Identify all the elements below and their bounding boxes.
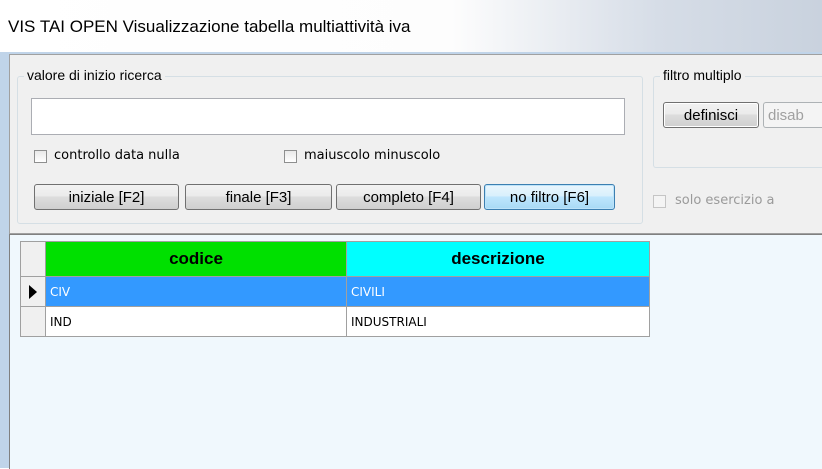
initial-button[interactable]: iniziale [F2] [34, 184, 179, 210]
case-checkbox-label[interactable]: maiuscolo minuscolo [304, 148, 440, 163]
exercise-checkbox-label[interactable]: solo esercizio a [675, 193, 775, 208]
no-filter-button[interactable]: no filtro [F6] [484, 184, 615, 210]
title-bar: VIS TAI OPEN Visualizzazione tabella mul… [0, 0, 822, 52]
null-date-checkbox[interactable] [34, 150, 47, 163]
grid-corner [20, 241, 46, 277]
search-panel: valore di inizio ricerca controllo data … [9, 54, 822, 234]
cell-codice[interactable]: CIV [45, 276, 347, 307]
row-selector[interactable] [20, 276, 46, 307]
search-group-label: valore di inizio ricerca [24, 67, 165, 83]
cell-descrizione[interactable]: CIVILI [346, 276, 650, 307]
grid-header-row: codice descrizione [20, 241, 650, 277]
data-grid-area: codice descrizione CIV CIVILI IND INDUST… [9, 234, 822, 469]
table-row[interactable]: CIV CIVILI [20, 276, 650, 307]
disable-button[interactable]: disab [763, 102, 822, 128]
data-grid: codice descrizione CIV CIVILI IND INDUST… [20, 241, 650, 337]
window-frame: valore di inizio ricerca controllo data … [0, 52, 822, 469]
cell-codice[interactable]: IND [45, 306, 347, 337]
define-button[interactable]: definisci [663, 102, 759, 128]
row-selector[interactable] [20, 306, 46, 337]
column-header-codice[interactable]: codice [45, 241, 347, 277]
final-button[interactable]: finale [F3] [185, 184, 332, 210]
exercise-checkbox[interactable] [653, 195, 666, 208]
search-input[interactable] [31, 98, 625, 135]
case-checkbox[interactable] [284, 150, 297, 163]
filter-group-label: filtro multiplo [660, 67, 745, 83]
null-date-checkbox-label[interactable]: controllo data nulla [54, 148, 180, 163]
table-row[interactable]: IND INDUSTRIALI [20, 306, 650, 337]
complete-button[interactable]: completo [F4] [336, 184, 481, 210]
window-title: VIS TAI OPEN Visualizzazione tabella mul… [8, 17, 411, 36]
current-row-arrow-icon [29, 285, 37, 299]
cell-descrizione[interactable]: INDUSTRIALI [346, 306, 650, 337]
column-header-descrizione[interactable]: descrizione [346, 241, 650, 277]
